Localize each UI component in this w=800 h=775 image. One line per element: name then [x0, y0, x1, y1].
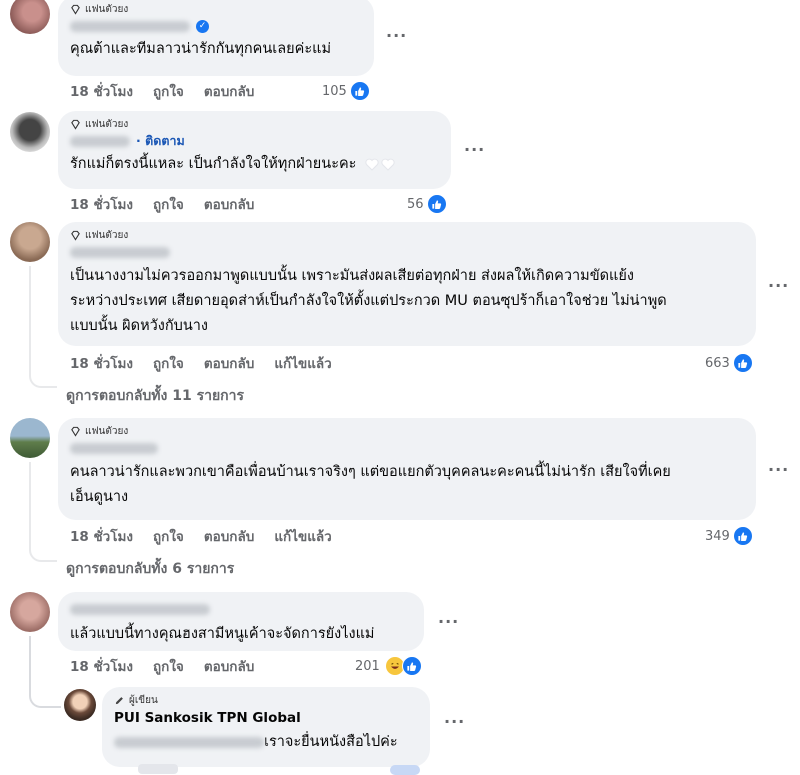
reaction-count[interactable]: 349 — [705, 526, 753, 546]
like-reaction-icon — [732, 526, 753, 546]
timestamp[interactable]: 18 ชั่วโมง — [70, 352, 133, 374]
like-reaction-icon — [732, 353, 753, 373]
comment-bubble: แล้วแบบนี้ทางคุณฮงสามีหนูเค้าจะจัดการยัง… — [58, 592, 424, 651]
avatar[interactable] — [10, 222, 50, 262]
more-options-icon[interactable]: ··· — [386, 26, 407, 45]
reply-thread-line — [29, 636, 61, 708]
view-replies-link[interactable]: ดูการตอบกลับทั้ง 6 รายการ — [66, 559, 234, 579]
comment-actions: 18 ชั่วโมง ถูกใจ ตอบกลับ — [70, 194, 254, 214]
reply-button[interactable]: ตอบกลับ — [204, 352, 254, 374]
fan-badge: แฟนตัวยง — [70, 2, 362, 16]
reply-bubble: ผู้เขียน PUI Sankosik TPN Global เราจะยื… — [102, 687, 430, 767]
reply-button[interactable]: ตอบกลับ — [204, 655, 254, 677]
fan-badge: แฟนตัวยง — [70, 117, 439, 131]
fan-badge: แฟนตัวยง — [70, 228, 744, 242]
follow-link[interactable]: · ติดตาม — [136, 131, 185, 151]
comment-actions: 18 ชั่วโมง ถูกใจ ตอบกลับ — [70, 81, 254, 101]
fan-badge: แฟนตัวยง — [70, 424, 744, 438]
comment-actions: 18 ชั่วโมง ถูกใจ ตอบกลับ แก้ไขแล้ว — [70, 526, 332, 546]
more-options-icon[interactable]: ··· — [438, 612, 459, 631]
pencil-icon — [115, 696, 123, 704]
like-button[interactable]: ถูกใจ — [153, 655, 184, 677]
view-replies-link[interactable]: ดูการตอบกลับทั้ง 11 รายการ — [66, 386, 244, 406]
comment-text: คุณต้าและทีมลาวน่ารักกันทุกคนเลยค่ะแม่ — [70, 41, 332, 57]
diamond-icon — [71, 230, 80, 241]
author-row[interactable] — [70, 600, 412, 618]
comment-bubble: แฟนตัวยง เป็นนางงามไม่ควรออกมาพูดแบบนั้น… — [58, 222, 756, 346]
timestamp[interactable]: 18 ชั่วโมง — [70, 655, 133, 677]
author-avatar[interactable] — [64, 689, 96, 721]
reply-button[interactable]: ตอบกลับ — [204, 80, 254, 102]
reaction-count[interactable]: 105 — [322, 81, 370, 101]
diamond-icon — [71, 426, 80, 437]
author-row[interactable]: · ติดตาม — [70, 132, 439, 150]
timestamp[interactable]: 18 ชั่วโมง — [70, 525, 133, 547]
author-name-blurred[interactable] — [70, 442, 158, 454]
reaction-count[interactable]: 201 — [355, 656, 422, 676]
more-options-icon[interactable]: ··· — [464, 140, 485, 159]
comment-text: รักแม่ก็ตรงนี้แหละ เป็นกำลังใจให้ทุกฝ่าย… — [70, 152, 439, 177]
comment-text: คนลาวน่ารักและพวกเขาคือเพื่อนบ้านเราจริง… — [70, 464, 671, 505]
avatar[interactable] — [10, 0, 50, 34]
diamond-icon — [71, 119, 80, 130]
white-hearts-emoji — [365, 158, 395, 171]
reply-button[interactable]: ตอบกลับ — [204, 193, 254, 215]
author-name-blurred[interactable] — [70, 246, 170, 258]
like-button[interactable]: ถูกใจ — [153, 193, 184, 215]
author-badge: ผู้เขียน — [114, 693, 418, 707]
mention-blurred[interactable] — [114, 737, 264, 748]
like-button[interactable]: ถูกใจ — [153, 80, 184, 102]
verified-icon: ✓ — [196, 19, 209, 33]
comment-bubble: แฟนตัวยง คนลาวน่ารักและพวกเขาคือเพื่อนบ้… — [58, 418, 756, 520]
timestamp[interactable]: 18 ชั่วโมง — [70, 193, 133, 215]
author-name-blurred[interactable] — [70, 135, 130, 147]
reaction-count[interactable]: 663 — [705, 353, 753, 373]
like-reaction-icon — [401, 656, 422, 676]
author-row[interactable] — [70, 243, 744, 261]
comment-bubble: แฟนตัวยง ✓ คุณต้าและทีมลาวน่ารักกันทุกคน… — [58, 0, 374, 76]
white-heart-icon — [381, 158, 395, 171]
comment-bubble: แฟนตัวยง · ติดตาม รักแม่ก็ตรงนี้แหละ เป็… — [58, 111, 451, 189]
edited-label[interactable]: แก้ไขแล้ว — [274, 352, 331, 374]
comment-actions: 18 ชั่วโมง ถูกใจ ตอบกลับ แก้ไขแล้ว — [70, 353, 332, 373]
avatar[interactable] — [10, 112, 50, 152]
more-options-icon[interactable]: ··· — [768, 276, 789, 295]
like-reaction-icon — [426, 194, 447, 214]
like-reaction-icon — [349, 81, 370, 101]
comment-actions: 18 ชั่วโมง ถูกใจ ตอบกลับ — [70, 656, 254, 676]
avatar[interactable] — [10, 418, 50, 458]
diamond-icon — [71, 4, 80, 15]
reply-thread-line — [29, 266, 57, 388]
more-options-icon[interactable]: ··· — [768, 460, 789, 479]
reply-thread-line — [29, 462, 57, 562]
timestamp[interactable]: 18 ชั่วโมง — [70, 80, 133, 102]
more-options-icon[interactable]: ··· — [444, 712, 465, 731]
reply-button[interactable]: ตอบกลับ — [204, 525, 254, 547]
next-reply-preview — [138, 764, 178, 774]
comment-text: เป็นนางงามไม่ควรออกมาพูดแบบนั้น เพราะมัน… — [70, 268, 667, 334]
author-name-blurred[interactable] — [70, 603, 210, 615]
author-name-blurred[interactable] — [70, 20, 190, 32]
like-button[interactable]: ถูกใจ — [153, 525, 184, 547]
comment-text: แล้วแบบนี้ทางคุณฮงสามีหนูเค้าจะจัดการยัง… — [70, 626, 375, 642]
next-reaction-preview — [390, 765, 420, 775]
author-row[interactable] — [70, 439, 744, 457]
white-heart-icon — [365, 158, 379, 171]
reply-text: เราจะยื่นหนังสือไปค่ะ — [114, 730, 418, 755]
reaction-count[interactable]: 56 — [407, 194, 447, 214]
edited-label[interactable]: แก้ไขแล้ว — [274, 525, 331, 547]
avatar[interactable] — [10, 592, 50, 632]
author-name[interactable]: PUI Sankosik TPN Global — [114, 710, 418, 730]
author-row[interactable]: ✓ — [70, 17, 362, 35]
like-button[interactable]: ถูกใจ — [153, 352, 184, 374]
